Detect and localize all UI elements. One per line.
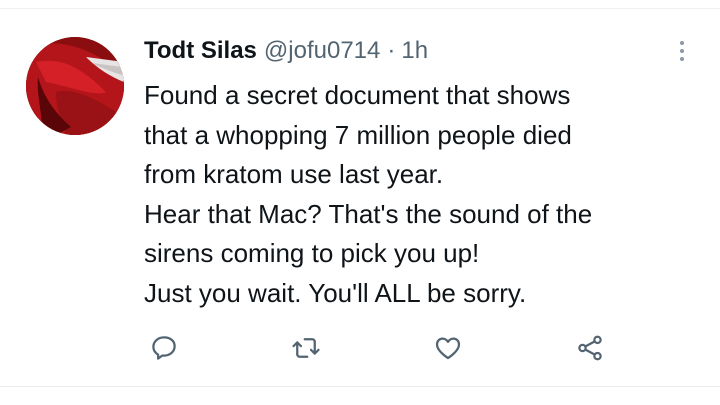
more-dot [680,57,684,61]
like-icon [435,337,461,360]
tweet-text: Found a secret document that shows that … [144,76,704,313]
avatar-image [26,37,124,135]
tweet-header: Todt Silas @jofu0714 · 1h [144,36,428,66]
more-dot [680,49,684,53]
tweet-text-line: Just you wait. You'll ALL be sorry. [144,277,527,308]
top-divider [0,8,720,9]
share-button[interactable] [572,330,608,366]
tweet-text-line: Found a secret document that shows [144,80,571,110]
reply-button[interactable] [146,330,182,366]
reply-icon [152,336,176,360]
tweet-text-line: from kratom use last year. [144,159,444,189]
more-vertical-icon[interactable] [672,36,692,66]
tweet-text-line: sirens coming to pick you up! [144,238,480,268]
tweet-text-line: that a whopping 7 million people died [144,119,572,150]
tweet-card[interactable]: Todt Silas @jofu0714 · 1h Found a secret… [0,0,720,405]
retweet-icon [292,338,320,358]
user-handle[interactable]: @jofu0714 [264,36,380,66]
like-button[interactable] [430,330,466,366]
tweet-text-line: Hear that Mac? That's the sound of the [144,198,593,229]
bottom-divider [0,386,720,387]
tweet-actions [0,330,720,366]
retweet-button[interactable] [288,330,324,366]
tweet-time[interactable]: 1h [401,36,428,66]
avatar[interactable] [26,37,124,135]
more-dot [680,41,684,45]
share-icon [578,335,602,361]
display-name[interactable]: Todt Silas [144,36,257,66]
separator-dot: · [387,37,396,64]
